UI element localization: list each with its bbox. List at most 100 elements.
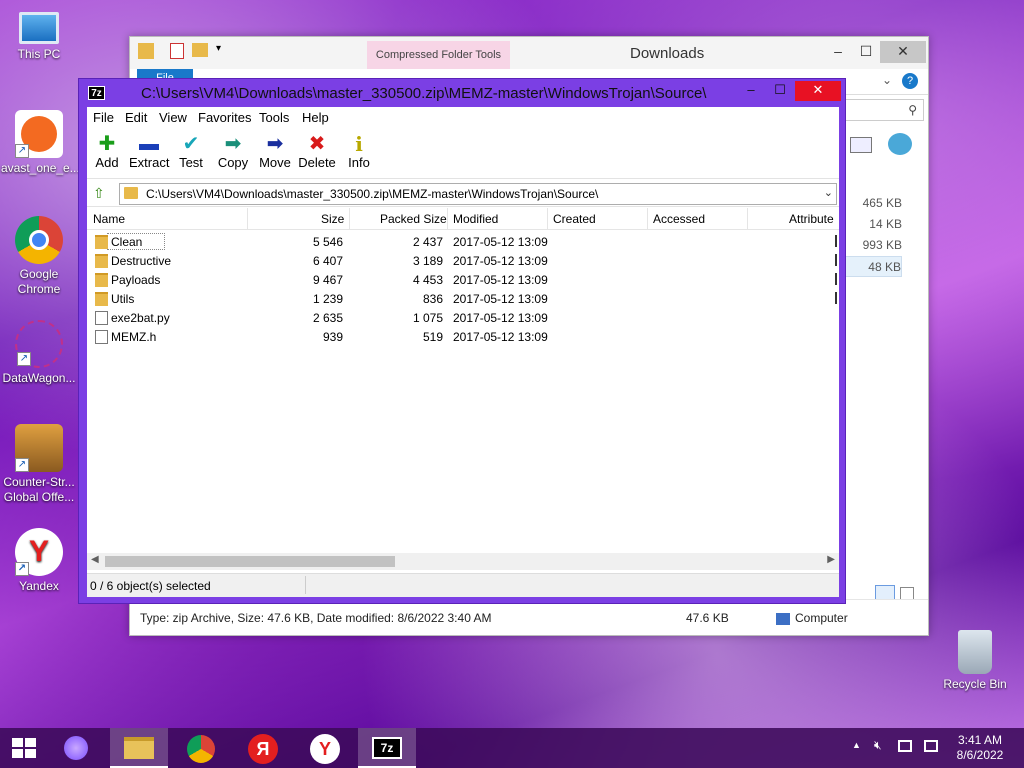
row-name: Clean <box>111 235 143 249</box>
clock[interactable]: 3:41 AM 8/6/2022 <box>946 733 1014 763</box>
table-row[interactable]: exe2bat.py 2 635 1 075 2017-05-12 13:09 <box>87 309 839 328</box>
col-packed-size[interactable]: Packed Size <box>380 212 447 226</box>
chrome-icon <box>187 735 215 763</box>
col-name[interactable]: Name <box>93 212 125 226</box>
close-button[interactable]: ✕ <box>795 81 841 101</box>
properties-icon[interactable] <box>170 43 184 59</box>
copy-button[interactable]: ➡ Copy <box>213 133 253 170</box>
web-icon[interactable] <box>888 133 912 155</box>
size-cell: 465 KB <box>862 196 902 210</box>
address-input[interactable]: C:\Users\VM4\Downloads\master_330500.zip… <box>119 183 837 205</box>
row-modified: 2017-05-12 13:09 <box>453 235 548 249</box>
desktop-icon-label: Counter-Str... Global Offe... <box>3 475 75 504</box>
quick-access-icon[interactable] <box>138 43 154 59</box>
col-modified[interactable]: Modified <box>453 212 498 226</box>
compressed-folder-tools-tab[interactable]: Compressed Folder Tools <box>367 41 510 69</box>
table-row[interactable]: Clean 5 546 2 437 2017-05-12 13:09 <box>87 233 839 252</box>
show-hidden-icons-icon[interactable]: ▲ <box>852 740 861 750</box>
network-icon[interactable] <box>898 740 912 752</box>
action-center-icon[interactable] <box>924 740 938 752</box>
row-modified: 2017-05-12 13:09 <box>453 311 548 325</box>
taskbar-yandex[interactable]: Y <box>296 728 354 768</box>
address-text: C:\Users\VM4\Downloads\master_330500.zip… <box>146 187 599 201</box>
col-size[interactable]: Size <box>321 212 344 226</box>
menu-help[interactable]: Help <box>302 110 329 125</box>
size-cell: 993 KB <box>862 238 902 252</box>
row-size: 2 635 <box>312 311 343 325</box>
folder-icon <box>95 254 108 268</box>
taskbar-yandex-browser[interactable]: Я <box>234 728 292 768</box>
help-icon[interactable]: ? <box>902 73 918 89</box>
menu-file[interactable]: File <box>93 110 114 125</box>
minimize-button[interactable]: – <box>824 41 852 63</box>
taskbar: Я Y 7z ▲ 🔇︎ 3:41 AM 8/6/2022 <box>0 728 1024 768</box>
taskbar-7zip[interactable]: 7z <box>358 728 416 768</box>
delete-button[interactable]: ✖ Delete <box>297 133 337 170</box>
size-cell: 48 KB <box>842 256 902 277</box>
menu-edit[interactable]: Edit <box>125 110 147 125</box>
desktop-icon-avast[interactable]: ↗ avast_one_e... <box>1 110 80 176</box>
qat-dropdown-icon[interactable]: ▾ <box>216 43 221 54</box>
folder-icon <box>124 187 138 199</box>
file-list[interactable]: Name Size Packed Size Modified Created A… <box>87 208 839 560</box>
new-folder-icon[interactable] <box>192 43 208 57</box>
menu-tools[interactable]: Tools <box>259 110 289 125</box>
explorer-titlebar[interactable]: ▾ Compressed Folder Tools Downloads – ☐ … <box>130 37 928 69</box>
row-size: 9 467 <box>312 273 343 287</box>
up-folder-icon[interactable]: ⇧ <box>93 185 109 201</box>
minimize-button[interactable]: – <box>737 81 765 101</box>
row-packed: 2 437 <box>412 235 443 249</box>
alice-assistant-button[interactable] <box>48 728 106 768</box>
table-row[interactable]: Utils 1 239 836 2017-05-12 13:09 <box>87 290 839 309</box>
menu-view[interactable]: View <box>159 110 187 125</box>
ribbon-expand-icon[interactable]: ⌄ <box>882 73 892 87</box>
address-bar: ⇧ C:\Users\VM4\Downloads\master_330500.z… <box>87 181 839 207</box>
windows-logo-icon <box>12 738 36 758</box>
desktop-icon-csgo[interactable]: ↗ Counter-Str... Global Offe... <box>1 424 77 505</box>
col-attributes[interactable]: Attribute <box>789 212 834 226</box>
desktop-icon-datawagon[interactable]: ↗ DataWagon... <box>1 320 77 386</box>
search-box[interactable]: ⚲ <box>844 99 924 121</box>
size-column: 465 KB 14 KB 993 KB 48 KB <box>842 193 902 277</box>
taskbar-file-explorer[interactable] <box>110 728 168 768</box>
maximize-button[interactable]: ☐ <box>766 81 794 101</box>
horizontal-scrollbar[interactable]: ◀ ▶ <box>87 553 839 570</box>
desktop-icon-recycle-bin[interactable]: Recycle Bin <box>937 630 1013 692</box>
scroll-left-icon[interactable]: ◀ <box>91 554 99 565</box>
preview-pane-icon[interactable] <box>850 137 872 153</box>
column-header: Name Size Packed Size Modified Created A… <box>87 208 839 230</box>
row-packed: 4 453 <box>412 273 443 287</box>
desktop-icon-this-pc[interactable]: This PC <box>1 8 77 62</box>
extract-button[interactable]: ▬ Extract <box>129 133 169 170</box>
7zip-app-icon[interactable]: 7z <box>88 86 105 100</box>
7zip-titlebar[interactable]: 7z C:\Users\VM4\Downloads\master_330500.… <box>79 79 845 107</box>
table-row[interactable]: Payloads 9 467 4 453 2017-05-12 13:09 <box>87 271 839 290</box>
desktop-icon-label: This PC <box>17 47 61 61</box>
info-button[interactable]: i Info <box>339 133 379 170</box>
scroll-right-icon[interactable]: ▶ <box>827 554 835 565</box>
volume-muted-icon[interactable]: 🔇︎ <box>874 738 882 753</box>
table-row[interactable]: MEMZ.h 939 519 2017-05-12 13:09 <box>87 328 839 347</box>
add-button[interactable]: ✚ Add <box>87 133 127 170</box>
yandex-icon: Y ↗ <box>15 528 63 576</box>
test-button[interactable]: ✔ Test <box>171 133 211 170</box>
move-button[interactable]: ➡ Move <box>255 133 295 170</box>
delete-icon: ✖ <box>308 133 326 155</box>
chevron-down-icon[interactable]: ⌄ <box>824 186 833 199</box>
row-packed: 836 <box>422 292 443 306</box>
scrollbar-thumb[interactable] <box>105 556 395 567</box>
col-accessed[interactable]: Accessed <box>653 212 705 226</box>
desktop-icon-yandex[interactable]: Y ↗ Yandex <box>1 528 77 594</box>
col-created[interactable]: Created <box>553 212 596 226</box>
taskbar-chrome[interactable] <box>172 728 230 768</box>
row-size: 5 546 <box>312 235 343 249</box>
maximize-button[interactable]: ☐ <box>852 41 880 63</box>
table-row[interactable]: Destructive 6 407 3 189 2017-05-12 13:09 <box>87 252 839 271</box>
menu-favorites[interactable]: Favorites <box>198 110 251 125</box>
desktop-icon-chrome[interactable]: Google Chrome <box>1 216 77 297</box>
7zip-window[interactable]: 7z C:\Users\VM4\Downloads\master_330500.… <box>78 78 846 604</box>
close-button[interactable]: ✕ <box>880 41 926 63</box>
file-icon <box>95 330 108 344</box>
desktop-icon-label: Google Chrome <box>17 267 61 296</box>
row-size: 1 239 <box>312 292 343 306</box>
